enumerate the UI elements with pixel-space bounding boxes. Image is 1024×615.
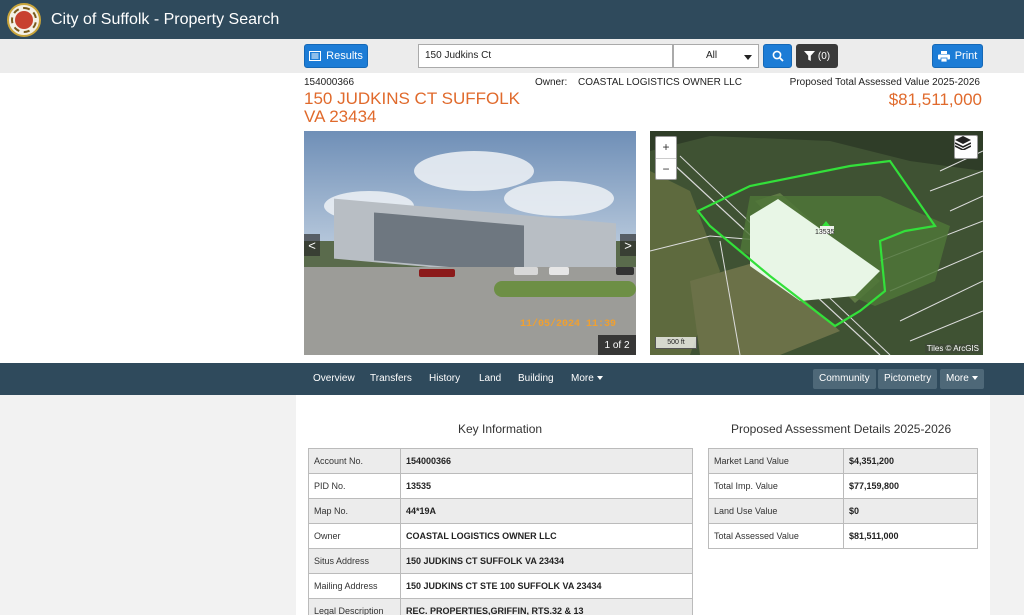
parcel-map[interactable]: 13535 + − 500 ft Tiles © ArcGIS <box>650 131 983 355</box>
row-value: 44*19A <box>400 498 693 524</box>
key-info-table: Account No. 154000366 PID No. 13535 Map No… <box>308 448 693 615</box>
row-label: Mailing Address <box>308 573 401 599</box>
photo-grass <box>494 281 636 297</box>
table-row: Account No. 154000366 <box>308 448 693 474</box>
table-row: Owner COASTAL LOGISTICS OWNER LLC <box>308 523 693 549</box>
account-number: 154000366 <box>304 77 355 88</box>
photo-counter: 1 of 2 <box>598 335 636 355</box>
row-label: Total Assessed Value <box>708 523 844 549</box>
row-value: 150 JUDKINS CT STE 100 SUFFOLK VA 23434 <box>400 573 693 599</box>
printer-icon <box>937 50 950 62</box>
property-header: 154000366 Owner: COASTAL LOGISTICS OWNER… <box>0 73 1024 363</box>
app-title[interactable]: City of Suffolk - Property Search <box>51 11 279 29</box>
map-parcel-label: 13535 <box>815 229 835 236</box>
search-type-value: All <box>706 50 718 61</box>
photo-prev-button[interactable]: < <box>304 234 320 256</box>
table-row: Market Land Value $4,351,200 <box>708 448 978 474</box>
search-input[interactable]: 150 Judkins Ct <box>418 44 673 68</box>
search-button[interactable] <box>763 44 792 68</box>
zoom-in-button[interactable]: + <box>656 137 676 158</box>
photo-cloud <box>504 181 614 216</box>
row-value: $81,511,000 <box>843 523 978 549</box>
map-zoom-control: + − <box>655 136 677 180</box>
assessment-title: Proposed Assessment Details 2025-2026 <box>731 422 952 436</box>
row-value: 150 JUDKINS CT SUFFOLK VA 23434 <box>400 548 693 574</box>
row-value: COASTAL LOGISTICS OWNER LLC <box>400 523 693 549</box>
chevron-down-icon <box>744 55 752 60</box>
photo-car <box>419 269 455 277</box>
filter-count: (0) <box>817 50 831 62</box>
community-button[interactable]: Community <box>813 369 876 389</box>
filter-icon <box>803 51 815 61</box>
row-label: Total Imp. Value <box>708 473 844 499</box>
row-label: PID No. <box>308 473 401 499</box>
search-toolbar: Results 150 Judkins Ct All (0) Print <box>0 39 1024 73</box>
table-row: Total Imp. Value $77,159,800 <box>708 473 978 499</box>
print-label: Print <box>954 50 978 62</box>
property-photo[interactable]: 11/05/2024 11:39 < > 1 of 2 <box>304 131 636 355</box>
tab-more-dropdown[interactable]: More <box>571 363 603 395</box>
table-row: Situs Address 150 JUDKINS CT SUFFOLK VA 2… <box>308 548 693 574</box>
search-type-select[interactable]: All <box>673 44 759 68</box>
row-label: Map No. <box>308 498 401 524</box>
table-row: Map No. 44*19A <box>308 498 693 524</box>
row-value: REC. PROPERTIES,GRIFFIN, RTS.32 & 13 <box>400 598 693 615</box>
photo-timestamp: 11/05/2024 11:39 <box>519 319 616 330</box>
search-icon <box>772 50 784 62</box>
photo-car <box>549 267 569 275</box>
table-row: Legal Description REC. PROPERTIES,GRIFFIN… <box>308 598 693 615</box>
list-icon <box>309 51 322 61</box>
zoom-out-button[interactable]: − <box>656 158 676 179</box>
pictometry-button[interactable]: Pictometry <box>878 369 938 389</box>
property-details-panel: Key Information Account No. 154000366 PID… <box>296 395 990 615</box>
tab-overview[interactable]: Overview <box>313 363 355 395</box>
owner-line: Owner: COASTAL LOGISTICS OWNER LLC <box>535 77 742 88</box>
tab-transfers[interactable]: Transfers <box>370 363 412 395</box>
table-row: Land Use Value $0 <box>708 498 978 524</box>
row-value: 154000366 <box>400 448 693 474</box>
filter-button[interactable]: (0) <box>796 44 838 68</box>
photo-next-button[interactable]: > <box>620 234 636 256</box>
tab-history[interactable]: History <box>429 363 460 395</box>
owner-name: COASTAL LOGISTICS OWNER LLC <box>578 77 742 88</box>
row-label: Situs Address <box>308 548 401 574</box>
property-address: 150 JUDKINS CT SUFFOLK VA 23434 <box>304 89 521 126</box>
map-scale-bar: 500 ft <box>655 337 697 349</box>
key-info-title: Key Information <box>458 422 543 436</box>
row-label: Account No. <box>308 448 401 474</box>
table-row: Mailing Address 150 JUDKINS CT STE 100 SU… <box>308 573 693 599</box>
results-button[interactable]: Results <box>304 44 368 68</box>
results-label: Results <box>326 50 363 62</box>
city-seal-icon[interactable] <box>7 2 41 37</box>
assessed-value: $81,511,000 <box>888 90 982 109</box>
row-label: Owner <box>308 523 401 549</box>
photo-car <box>514 267 538 275</box>
photo-car <box>616 267 634 275</box>
layers-icon <box>955 136 971 150</box>
app-header: City of Suffolk - Property Search <box>0 0 1024 39</box>
assessed-value-label: Proposed Total Assessed Value 2025-2026 <box>789 77 980 88</box>
table-row: PID No. 13535 <box>308 473 693 499</box>
row-value: $0 <box>843 498 978 524</box>
row-label: Market Land Value <box>708 448 844 474</box>
row-label: Land Use Value <box>708 498 844 524</box>
more-dropdown-button[interactable]: More <box>940 369 984 389</box>
photo-cloud <box>414 151 534 191</box>
tab-land[interactable]: Land <box>479 363 501 395</box>
row-value: $77,159,800 <box>843 473 978 499</box>
row-value: 13535 <box>400 473 693 499</box>
owner-label: Owner: <box>535 77 568 88</box>
print-button[interactable]: Print <box>932 44 983 68</box>
assessment-table: Market Land Value $4,351,200 Total Imp. V… <box>708 448 978 549</box>
row-label: Legal Description <box>308 598 401 615</box>
map-imagery <box>650 131 983 355</box>
tab-building[interactable]: Building <box>518 363 554 395</box>
row-value: $4,351,200 <box>843 448 978 474</box>
table-row: Total Assessed Value $81,511,000 <box>708 523 978 549</box>
property-tab-bar: Overview Transfers History Land Building… <box>0 363 1024 395</box>
layers-button[interactable] <box>954 135 978 159</box>
map-attribution: Tiles © ArcGIS <box>924 344 981 353</box>
